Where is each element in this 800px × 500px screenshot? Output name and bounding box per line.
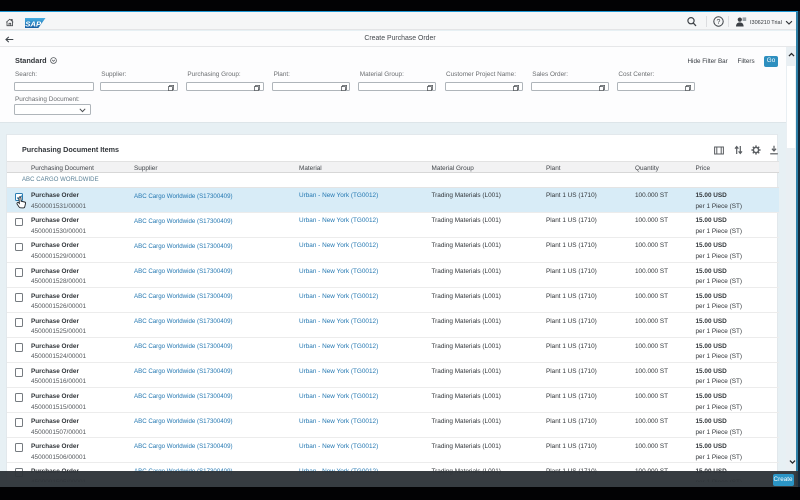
svg-text:?: ? [716, 19, 720, 26]
svg-text:SAP: SAP [25, 19, 42, 28]
